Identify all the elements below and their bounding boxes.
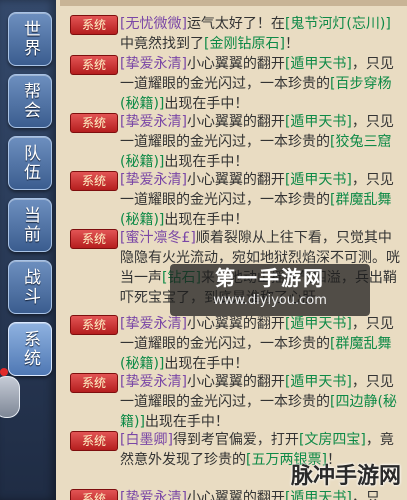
message-segment: 运气太好了！在 xyxy=(186,16,285,32)
player-name[interactable]: [挚爱永清] xyxy=(120,316,187,332)
message-segment: 中竟然找到了 xyxy=(120,36,204,52)
tab-current[interactable]: 当前 xyxy=(8,198,52,252)
system-tag: 系统 xyxy=(70,171,118,191)
chat-message: 系统 [挚爱永清]小心翼翼的翻开[遁甲天书]，只见一道耀眼的金光闪过，一本珍贵的… xyxy=(60,372,403,432)
item-link[interactable]: [鬼节河灯(忘川)] xyxy=(285,16,391,32)
message-segment: 出现在手中！ xyxy=(144,414,229,430)
item-link[interactable]: [遁甲天书] xyxy=(285,374,352,390)
notification-dot xyxy=(0,368,8,376)
tab-guild[interactable]: 帮会 xyxy=(8,74,52,128)
player-name[interactable]: [挚爱永清] xyxy=(120,56,187,72)
system-tag: 系统 xyxy=(70,229,118,249)
site-watermark: 第一手游网 www.diyiyou.com xyxy=(170,264,370,316)
tab-team[interactable]: 队伍 xyxy=(8,136,52,190)
system-tag: 系统 xyxy=(70,15,118,35)
chat-log[interactable]: 系统 [无忧微微]运气太好了！在[鬼节河灯(忘川)] 中竟然找到了[金刚钻原石]！… xyxy=(60,6,407,500)
message-segment: 小心翼翼的翻开 xyxy=(186,56,285,72)
system-tag: 系统 xyxy=(70,431,118,451)
message-segment: 出现在手中！ xyxy=(164,96,249,112)
message-segment: 小心翼翼的翻开 xyxy=(186,172,285,188)
message-text: [无忧微微]运气太好了！在[鬼节河灯(忘川)] 中竟然找到了[金刚钻原石]！ xyxy=(120,14,403,54)
chat-message: 系统 [挚爱永清]小心翼翼的翻开[遁甲天书]，只见一道耀眼的金光闪过，一本珍贵的… xyxy=(60,112,403,172)
player-name[interactable]: [无忧微微] xyxy=(120,16,187,32)
system-tag: 系统 xyxy=(70,489,118,500)
player-name[interactable]: [挚爱永清] xyxy=(120,172,187,188)
message-segment: 小心翼翼的翻开 xyxy=(186,114,285,130)
chat-message: 系统 [挚爱永清]小心翼翼的翻开[遁甲天书]，只见一道耀眼的金光闪过，一本珍贵的… xyxy=(60,314,403,374)
chat-message: 系统 [挚爱永清]小心翼翼的翻开[遁甲天书]，只见一道耀眼的金光闪过，一本珍贵的… xyxy=(60,54,403,114)
item-link[interactable]: [遁甲天书] xyxy=(285,172,352,188)
message-segment: ，只 xyxy=(351,490,380,500)
item-link[interactable]: [文房四宝] xyxy=(299,432,366,448)
item-link[interactable]: [遁甲天书] xyxy=(285,490,352,500)
message-segment: 出现在手中！ xyxy=(164,154,249,170)
system-tag: 系统 xyxy=(70,315,118,335)
message-text: [挚爱永清]小心翼翼的翻开[遁甲天书]，只见一道耀眼的金光闪过，一本珍贵的[群魔… xyxy=(120,314,403,374)
tab-system[interactable]: 系统 xyxy=(8,322,52,376)
message-text: [挚爱永清]小心翼翼的翻开[遁甲天书]，只见一道耀眼的金光闪过，一本珍贵的[狡兔… xyxy=(120,112,403,172)
message-segment: 得到考官偏爱，打开 xyxy=(172,432,299,448)
player-name[interactable]: [挚爱永清] xyxy=(120,490,187,500)
message-segment: 小心翼翼的翻开 xyxy=(186,374,285,390)
message-segment: 出现在手中！ xyxy=(164,212,249,228)
item-link[interactable]: [遁甲天书] xyxy=(285,56,352,72)
message-segment: 小心翼翼的翻开 xyxy=(186,490,285,500)
message-segment: ！ xyxy=(284,36,299,52)
message-text: [挚爱永清]小心翼翼的翻开[遁甲天书]，只见一道耀眼的金光闪过，一本珍贵的[群魔… xyxy=(120,170,403,230)
player-name[interactable]: [白墨卿] xyxy=(120,432,173,448)
drag-handle[interactable] xyxy=(0,376,20,418)
watermark-logo: 第一手游网 xyxy=(215,266,325,290)
message-text: [挚爱永清]小心翼翼的翻开[遁甲天书]，只见一道耀眼的金光闪过，一本珍贵的[四边… xyxy=(120,372,403,432)
system-tag: 系统 xyxy=(70,373,118,393)
chat-message: 系统 [无忧微微]运气太好了！在[鬼节河灯(忘川)] 中竟然找到了[金刚钻原石]！ xyxy=(60,14,403,54)
player-name[interactable]: [挚爱永清] xyxy=(120,114,187,130)
message-text: [挚爱永清]小心翼翼的翻开[遁甲天书]，只见一道耀眼的金光闪过，一本珍贵的[百步… xyxy=(120,54,403,114)
tab-battle[interactable]: 战斗 xyxy=(8,260,52,314)
item-link[interactable]: [遁甲天书] xyxy=(285,114,352,130)
item-link[interactable]: [金刚钻原石] xyxy=(204,36,285,52)
message-segment: 出现在手中！ xyxy=(164,356,249,372)
player-name[interactable]: [挚爱永清] xyxy=(120,374,187,390)
system-tag: 系统 xyxy=(70,113,118,133)
tab-world[interactable]: 世界 xyxy=(8,12,52,66)
corner-watermark: 脉冲手游网 xyxy=(290,464,401,489)
channel-sidebar: 世界 帮会 队伍 当前 战斗 系统 xyxy=(0,0,56,500)
system-tag: 系统 xyxy=(70,55,118,75)
message-segment: 小心翼翼的翻开 xyxy=(186,316,285,332)
item-link[interactable]: [遁甲天书] xyxy=(285,316,352,332)
player-name[interactable]: [蜜汁凛冬£] xyxy=(120,230,196,246)
watermark-url: www.diyiyou.com xyxy=(213,293,327,308)
chat-message: 系统 [挚爱永清]小心翼翼的翻开[遁甲天书]，只见一道耀眼的金光闪过，一本珍贵的… xyxy=(60,170,403,230)
